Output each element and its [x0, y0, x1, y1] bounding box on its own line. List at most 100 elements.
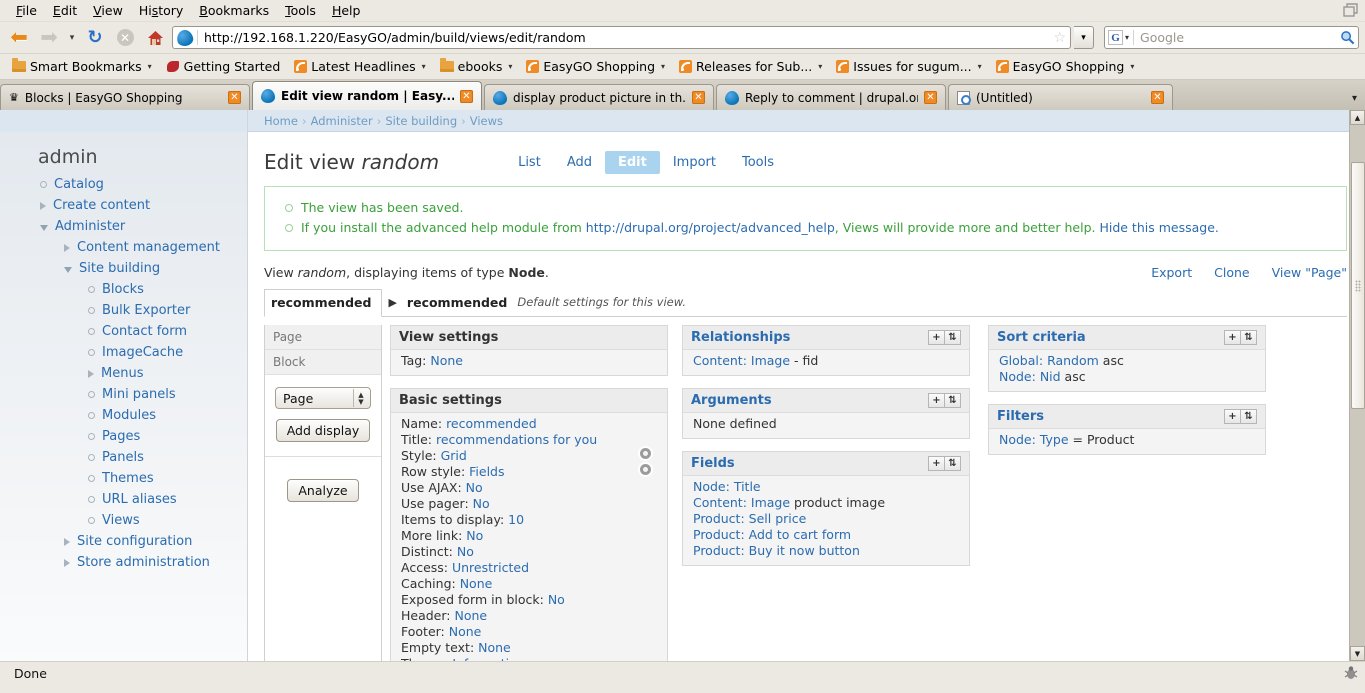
- add-relationship-icon[interactable]: +: [928, 330, 945, 345]
- breadcrumb-link[interactable]: Home: [264, 114, 298, 128]
- setting-value[interactable]: None: [430, 353, 463, 368]
- row-prefix-link[interactable]: Node:: [693, 479, 734, 494]
- setting-value[interactable]: 10: [508, 512, 524, 527]
- rearrange-sort-icon[interactable]: ⇅: [1240, 330, 1257, 345]
- sidebar-item-label[interactable]: Views: [102, 513, 140, 528]
- browser-tab[interactable]: Edit view random | Easy... ✕: [252, 81, 482, 110]
- sidebar-item-label[interactable]: Contact form: [102, 324, 187, 339]
- chevron-down-icon[interactable]: ▾: [818, 62, 822, 71]
- sidebar-item-label[interactable]: Site configuration: [77, 534, 192, 549]
- menu-bookmarks[interactable]: Bookmarks: [191, 1, 277, 20]
- view-action-clone[interactable]: Clone: [1214, 265, 1249, 280]
- search-icon[interactable]: [1340, 30, 1355, 45]
- scrollbar-thumb[interactable]: [1351, 162, 1365, 409]
- add-display-button[interactable]: Add display: [275, 419, 371, 442]
- sidebar-item-administer[interactable]: Administer: [0, 216, 247, 237]
- sidebar-item-label[interactable]: Menus: [101, 366, 143, 381]
- close-icon[interactable]: ✕: [1151, 91, 1164, 104]
- display-item-block[interactable]: Block: [265, 350, 381, 375]
- sidebar-item-contact-form[interactable]: Contact form: [0, 321, 247, 342]
- sidebar-item-label[interactable]: Store administration: [77, 555, 210, 570]
- close-icon[interactable]: ✕: [924, 91, 937, 104]
- breadcrumb-link[interactable]: Views: [470, 114, 503, 128]
- setting-value[interactable]: None: [478, 640, 511, 655]
- chevron-down-icon[interactable]: ▾: [422, 62, 426, 71]
- sidebar-item-catalog[interactable]: Catalog: [0, 174, 247, 195]
- chevron-down-icon[interactable]: ▾: [978, 62, 982, 71]
- breadcrumb-link[interactable]: Site building: [385, 114, 457, 128]
- sidebar-item-label[interactable]: URL aliases: [102, 492, 177, 507]
- sidebar-item-label[interactable]: Mini panels: [102, 387, 176, 402]
- menu-tools[interactable]: Tools: [277, 1, 324, 20]
- sidebar-item-pages[interactable]: Pages: [0, 426, 247, 447]
- rearrange-relationships-icon[interactable]: ⇅: [944, 330, 961, 345]
- setting-value[interactable]: No: [466, 480, 483, 495]
- sidebar-item-label[interactable]: Modules: [102, 408, 156, 423]
- setting-value[interactable]: Fields: [469, 464, 504, 479]
- bookmark-item[interactable]: EasyGO Shopping ▾: [990, 57, 1141, 76]
- sidebar-item-label[interactable]: ImageCache: [102, 345, 183, 360]
- menu-history[interactable]: History: [131, 1, 191, 20]
- sidebar-item-label[interactable]: Content management: [77, 240, 220, 255]
- row-link[interactable]: Sell price: [749, 511, 807, 526]
- sidebar-item-imagecache[interactable]: ImageCache: [0, 342, 247, 363]
- sidebar-item-label[interactable]: Blocks: [102, 282, 144, 297]
- firebug-icon[interactable]: [1343, 665, 1359, 681]
- display-item-page[interactable]: Page: [265, 325, 381, 350]
- setting-value[interactable]: None: [460, 576, 493, 591]
- bookmark-item[interactable]: Smart Bookmarks ▾: [6, 57, 158, 76]
- chevron-right-icon[interactable]: [64, 243, 70, 252]
- add-argument-icon[interactable]: +: [928, 393, 945, 408]
- row-prefix-link[interactable]: Node:: [999, 369, 1040, 384]
- chevron-down-icon[interactable]: ▾: [1130, 62, 1134, 71]
- gear-icon[interactable]: [640, 448, 651, 459]
- setting-value[interactable]: None: [454, 608, 487, 623]
- menu-view[interactable]: View: [85, 1, 131, 20]
- row-link[interactable]: Type: [1040, 432, 1069, 447]
- history-dropdown-icon[interactable]: ▾: [66, 25, 78, 51]
- url-bar[interactable]: http://192.168.1.220/EasyGO/admin/build/…: [172, 26, 1071, 49]
- setting-value[interactable]: Information: [452, 656, 524, 661]
- url-history-dropdown[interactable]: ▾: [1074, 26, 1094, 49]
- menu-edit[interactable]: Edit: [45, 1, 85, 20]
- view-action-export[interactable]: Export: [1151, 265, 1192, 280]
- rearrange-filters-icon[interactable]: ⇅: [1240, 409, 1257, 424]
- sidebar-item-mini-panels[interactable]: Mini panels: [0, 384, 247, 405]
- row-link[interactable]: Content: Image: [693, 353, 790, 368]
- setting-value[interactable]: None: [449, 624, 482, 639]
- add-filter-icon[interactable]: +: [1224, 409, 1241, 424]
- sidebar-item-label[interactable]: Bulk Exporter: [102, 303, 190, 318]
- sidebar-item-label[interactable]: Panels: [102, 450, 144, 465]
- row-link[interactable]: Random: [1047, 353, 1099, 368]
- bookmark-item[interactable]: EasyGO Shopping ▾: [520, 57, 671, 76]
- bookmark-item[interactable]: Latest Headlines ▾: [288, 57, 431, 76]
- sidebar-item-label[interactable]: Site building: [79, 261, 160, 276]
- row-prefix-link[interactable]: Content:: [693, 495, 751, 510]
- close-icon[interactable]: ✕: [692, 91, 705, 104]
- advanced-help-link[interactable]: http://drupal.org/project/advanced_help: [586, 220, 835, 235]
- chevron-down-icon[interactable]: ▾: [661, 62, 665, 71]
- add-field-icon[interactable]: +: [928, 456, 945, 471]
- setting-value[interactable]: No: [466, 528, 483, 543]
- scroll-down-button[interactable]: ▼: [1350, 646, 1365, 661]
- tab-edit[interactable]: Edit: [604, 150, 660, 174]
- breadcrumb-link[interactable]: Administer: [311, 114, 373, 128]
- sidebar-item-label[interactable]: Administer: [55, 219, 125, 234]
- add-display-select[interactable]: Page ▲ ▼: [275, 387, 371, 409]
- setting-value[interactable]: No: [457, 544, 474, 559]
- display-tab-recommended[interactable]: recommended: [264, 289, 383, 317]
- tab-import[interactable]: Import: [660, 151, 729, 174]
- browser-tab[interactable]: Reply to comment | drupal.org ✕: [716, 84, 946, 110]
- reload-button[interactable]: ↻: [82, 25, 108, 51]
- back-button[interactable]: ⬅: [6, 25, 32, 51]
- sidebar-item-label[interactable]: Pages: [102, 429, 140, 444]
- row-link[interactable]: Add to cart form: [749, 527, 851, 542]
- forward-button[interactable]: ➡: [36, 25, 62, 51]
- bookmark-item[interactable]: Releases for Sub... ▾: [673, 57, 828, 76]
- vertical-scrollbar[interactable]: ▲ ▼: [1349, 110, 1365, 661]
- search-input[interactable]: Google: [1133, 30, 1340, 45]
- row-link[interactable]: Nid: [1040, 369, 1061, 384]
- tab-tools[interactable]: Tools: [729, 151, 787, 174]
- browser-tab[interactable]: display product picture in th... ✕: [484, 84, 714, 110]
- sidebar-item-site-configuration[interactable]: Site configuration: [0, 531, 247, 552]
